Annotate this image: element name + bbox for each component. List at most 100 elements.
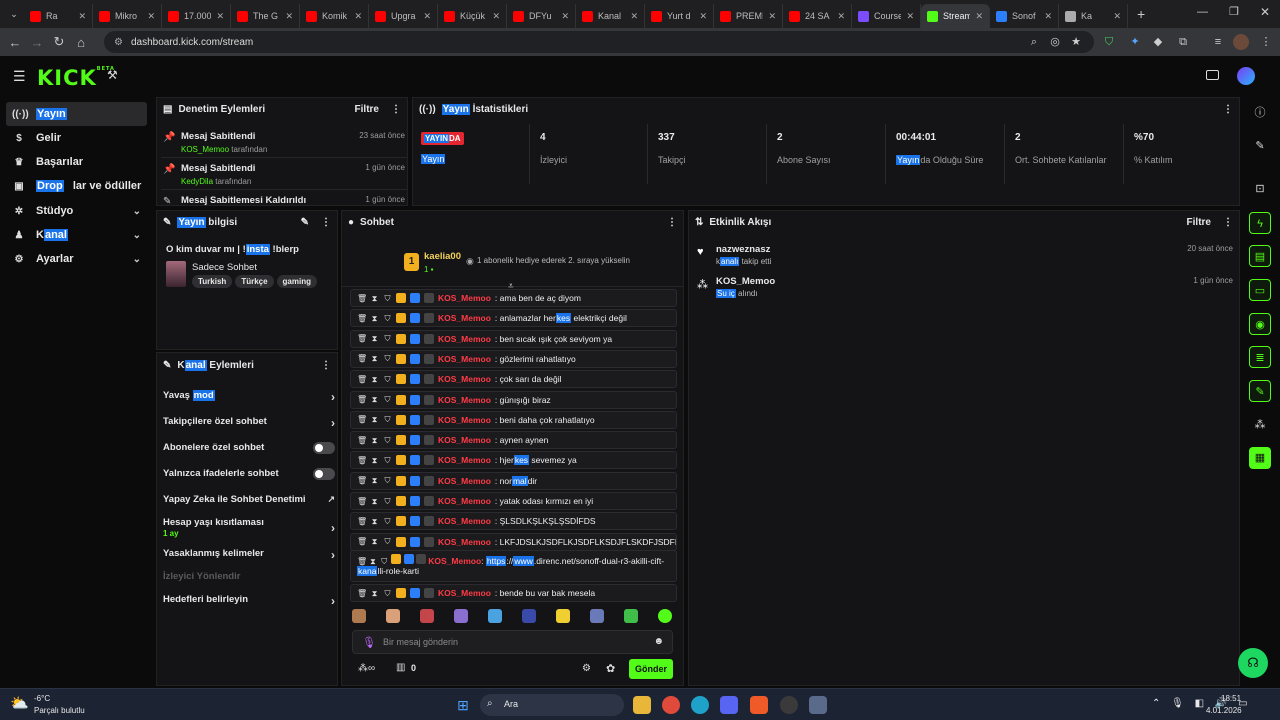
timeout-icon[interactable]: ⧗ — [370, 294, 379, 303]
browser-tab[interactable]: Stream ✕ — [921, 4, 990, 28]
puzzle-icon[interactable]: ⧉ — [1175, 34, 1191, 50]
tab-close-icon[interactable]: ✕ — [699, 11, 707, 22]
browser-tab[interactable]: Mikro ✕ — [93, 4, 162, 28]
account-age-action[interactable]: Hesap yaşı kısıtlaması 1 ay › — [163, 517, 335, 538]
browser-tab[interactable]: Küçük ✕ — [438, 4, 507, 28]
bookmark-star-icon[interactable]: ★ — [1068, 34, 1084, 50]
timeout-icon[interactable]: ⧗ — [370, 314, 379, 323]
tab-search-button[interactable]: ⌄ — [4, 9, 24, 20]
list-icon[interactable]: ≣ — [1249, 346, 1271, 368]
shield-icon[interactable]: ⛉ — [383, 537, 392, 546]
trash-icon[interactable]: 🗑 — [357, 375, 367, 384]
emote-icon[interactable] — [352, 609, 366, 623]
chat-username[interactable]: KOS_Memoo — [438, 395, 491, 405]
nav-revenue[interactable]: $ Gelir — [6, 126, 147, 150]
trash-icon[interactable]: 🗑 — [357, 334, 367, 343]
trash-icon[interactable]: 🗑 — [357, 415, 367, 424]
emote-icon[interactable] — [386, 609, 400, 623]
timeout-icon[interactable]: ⧗ — [370, 415, 379, 424]
emote-icon[interactable] — [658, 609, 672, 623]
brave-icon[interactable] — [750, 696, 768, 714]
shield-icon[interactable]: ⛉ — [383, 517, 392, 526]
more-icon[interactable]: ⋮ — [1223, 217, 1233, 228]
subscribers-only-toggle[interactable] — [313, 442, 335, 454]
browser-tab[interactable]: DFYu ✕ — [507, 4, 576, 28]
timeout-icon[interactable]: ⧗ — [370, 436, 379, 445]
nav-settings[interactable]: ⚙ Ayarlar ⌄ — [6, 247, 147, 271]
tab-close-icon[interactable]: ✕ — [492, 11, 500, 22]
browser-tab[interactable]: Upgra ✕ — [369, 4, 438, 28]
chat-username[interactable]: KOS_Memoo — [438, 537, 491, 547]
browser-tab[interactable]: The G ✕ — [231, 4, 300, 28]
chat-username[interactable]: KOS_Memoo — [438, 293, 491, 303]
menu-dots-icon[interactable]: ⋮ — [1258, 34, 1274, 50]
hamburger-menu-icon[interactable]: ☰ — [13, 68, 26, 85]
tab-close-icon[interactable]: ✕ — [630, 11, 638, 22]
explorer-icon[interactable] — [633, 696, 651, 714]
shield-icon[interactable]: ⛉ — [383, 314, 392, 323]
shield-icon[interactable]: ⛉ — [383, 294, 392, 303]
hammer-icon[interactable]: ⚒ — [107, 68, 118, 82]
site-info-icon[interactable]: ⚙ — [114, 37, 123, 48]
zoom-icon[interactable]: ⌕ — [1026, 34, 1042, 50]
tab-close-icon[interactable]: ✕ — [906, 11, 914, 22]
trash-icon[interactable]: 🗑 — [357, 589, 367, 598]
kick-logo[interactable]: KICKBETA — [37, 66, 115, 90]
shield-icon[interactable]: ⛉ — [383, 395, 392, 404]
chat-username[interactable]: KOS_Memoo — [438, 455, 491, 465]
emote-icon[interactable] — [454, 609, 468, 623]
store-icon[interactable]: ▥ — [396, 662, 405, 673]
media-icon[interactable]: ≡ — [1210, 34, 1226, 50]
timeout-icon[interactable]: ⧗ — [370, 354, 379, 363]
chat-username[interactable]: KOS_Memoo — [438, 313, 491, 323]
obs-icon[interactable] — [780, 696, 798, 714]
more-icon[interactable]: ⋮ — [667, 217, 677, 228]
edge-icon[interactable] — [691, 696, 709, 714]
shield-icon[interactable]: ⛉ — [383, 497, 392, 506]
shield-icon[interactable]: ⛉ — [383, 415, 392, 424]
shield-icon[interactable]: ⛉ — [383, 476, 392, 485]
points-icon[interactable]: ⁂∞ — [358, 663, 375, 674]
taskbar-search[interactable]: ⌕ Ara — [480, 694, 624, 716]
tab-close-icon[interactable]: ✕ — [768, 11, 776, 22]
tab-close-icon[interactable]: ✕ — [975, 11, 983, 22]
nav-studio[interactable]: ✲ Stüdyo ⌄ — [6, 199, 147, 223]
maximize-button[interactable]: ❐ — [1229, 5, 1239, 18]
nav-achievements[interactable]: ♛ Başarılar — [6, 150, 147, 174]
chat-input[interactable]: 🎙 Bir mesaj gönderin ☻ — [352, 630, 673, 654]
tab-close-icon[interactable]: ✕ — [285, 11, 293, 22]
chat-bubble-icon[interactable]: ▭ — [1249, 279, 1271, 301]
tag-chip[interactable]: gaming — [276, 275, 317, 288]
tag-chip[interactable]: Turkish — [192, 275, 233, 288]
tab-close-icon[interactable]: ✕ — [354, 11, 362, 22]
more-icon[interactable]: ⋮ — [321, 360, 331, 371]
minimize-button[interactable]: — — [1197, 6, 1208, 18]
trash-icon[interactable]: 🗑 — [357, 476, 367, 485]
back-button[interactable]: ← — [4, 35, 26, 50]
pencil-icon[interactable]: ✎ — [1249, 135, 1271, 157]
tab-close-icon[interactable]: ✕ — [216, 11, 224, 22]
audit-filter-button[interactable]: Filtre — [355, 104, 379, 115]
chat-username[interactable]: KOS_Memoo — [438, 374, 491, 384]
weather-icon[interactable]: ⛅ — [10, 694, 29, 712]
shield-icon[interactable]: ⛉ — [383, 456, 392, 465]
emote-only-toggle[interactable] — [313, 468, 335, 480]
forward-button[interactable]: → — [26, 35, 48, 50]
info-icon[interactable]: ⓘ — [1249, 102, 1271, 124]
emote-icon[interactable] — [488, 609, 502, 623]
app-icon[interactable]: ▦ — [1249, 447, 1271, 469]
timeout-icon[interactable]: ⧗ — [370, 497, 379, 506]
emote-icon[interactable] — [556, 609, 570, 623]
trash-icon[interactable]: 🗑 — [357, 294, 367, 303]
document-icon[interactable]: ▤ — [1249, 245, 1271, 267]
tab-close-icon[interactable]: ✕ — [1113, 11, 1121, 22]
cast-icon[interactable] — [1206, 70, 1219, 80]
diamond-extension-icon[interactable]: ◆ — [1150, 34, 1166, 50]
browser-tab[interactable]: PREMI ✕ — [714, 4, 783, 28]
timeout-icon[interactable]: ⧗ — [370, 334, 379, 343]
tab-close-icon[interactable]: ✕ — [837, 11, 845, 22]
trash-icon[interactable]: 🗑 — [357, 354, 367, 363]
timeout-icon[interactable]: ⧗ — [370, 476, 379, 485]
chat-username[interactable]: KOS_Memoo — [438, 354, 491, 364]
url-bar[interactable]: ⚙ dashboard.kick.com/stream — [104, 31, 1094, 53]
